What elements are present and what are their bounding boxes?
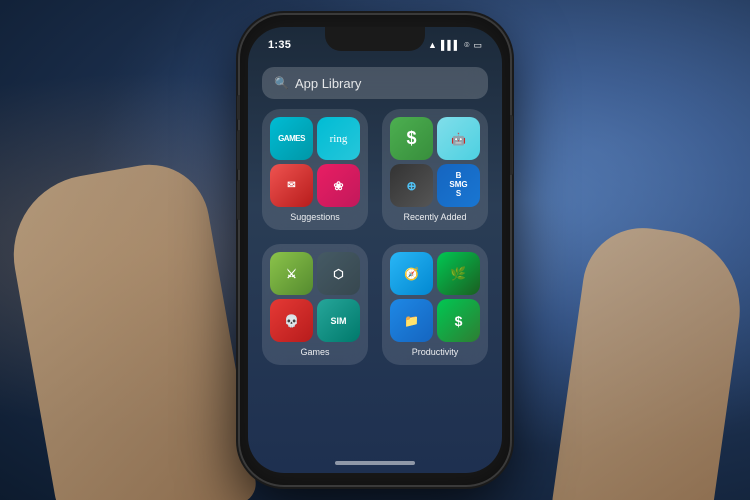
- productivity-folder[interactable]: 🧭 🌿 📁 $ Productivity: [382, 244, 488, 365]
- notch: [325, 27, 425, 51]
- games-label: Games: [270, 347, 360, 357]
- app-icon-skull[interactable]: 💀: [270, 299, 313, 342]
- app-icon-robot[interactable]: 🤖: [437, 117, 480, 160]
- app-icon-games[interactable]: GAMES: [270, 117, 313, 160]
- games-folder[interactable]: ⚔ ⬡ 💀 SIM Games: [262, 244, 368, 365]
- status-icons: ▲ ▌▌▌ ⌾ ▭: [428, 40, 482, 51]
- app-grid: GAMES ring ✉ ❀ Suggestions: [262, 109, 488, 365]
- app-icon-robinhood[interactable]: 🌿: [437, 252, 480, 295]
- app-icon-files[interactable]: 📁: [390, 299, 433, 342]
- search-bar[interactable]: 🔍 App Library: [262, 67, 488, 99]
- app-icon-safari[interactable]: 🧭: [390, 252, 433, 295]
- home-indicator[interactable]: [335, 461, 415, 465]
- battery-icon: ▭: [473, 40, 482, 51]
- search-icon: 🔍: [274, 76, 289, 90]
- status-time: 1:35: [268, 39, 291, 51]
- games-icons: ⚔ ⬡ 💀 SIM: [270, 252, 360, 342]
- suggestions-icons: GAMES ring ✉ ❀: [270, 117, 360, 207]
- signal-icon: ▌▌▌: [441, 40, 460, 50]
- productivity-icons: 🧭 🌿 📁 $: [390, 252, 480, 342]
- volume-down-button: [237, 180, 240, 220]
- phone-screen: 1:35 ▲ ▌▌▌ ⌾ ▭ 🔍 App Library: [248, 27, 502, 473]
- power-button: [510, 115, 513, 175]
- app-icon-cash[interactable]: $: [390, 117, 433, 160]
- recently-added-folder[interactable]: $ 🤖 ⊕ BSMGS Recently Added: [382, 109, 488, 230]
- app-icon-dice[interactable]: ⬡: [317, 252, 360, 295]
- suggestions-label: Suggestions: [270, 212, 360, 222]
- volume-up-button: [237, 130, 240, 170]
- location-icon: ▲: [428, 40, 437, 50]
- app-icon-ring[interactable]: ring: [317, 117, 360, 160]
- app-icon-bible[interactable]: BSMGS: [437, 164, 480, 207]
- app-icon-zoom[interactable]: ⊕: [390, 164, 433, 207]
- app-icon-nova[interactable]: ❀: [317, 164, 360, 207]
- recently-added-label: Recently Added: [390, 212, 480, 222]
- productivity-label: Productivity: [390, 347, 480, 357]
- app-icon-mail[interactable]: ✉: [270, 164, 313, 207]
- wifi-icon: ⌾: [464, 40, 469, 51]
- scene: 1:35 ▲ ▌▌▌ ⌾ ▭ 🔍 App Library: [0, 0, 750, 500]
- app-icon-cashapp2[interactable]: $: [437, 299, 480, 342]
- app-icon-fantasy[interactable]: ⚔: [270, 252, 313, 295]
- phone: 1:35 ▲ ▌▌▌ ⌾ ▭ 🔍 App Library: [240, 15, 510, 485]
- app-icon-sim[interactable]: SIM: [317, 299, 360, 342]
- recently-added-icons: $ 🤖 ⊕ BSMGS: [390, 117, 480, 207]
- search-placeholder: App Library: [295, 76, 361, 91]
- mute-button: [237, 95, 240, 120]
- suggestions-folder[interactable]: GAMES ring ✉ ❀ Suggestions: [262, 109, 368, 230]
